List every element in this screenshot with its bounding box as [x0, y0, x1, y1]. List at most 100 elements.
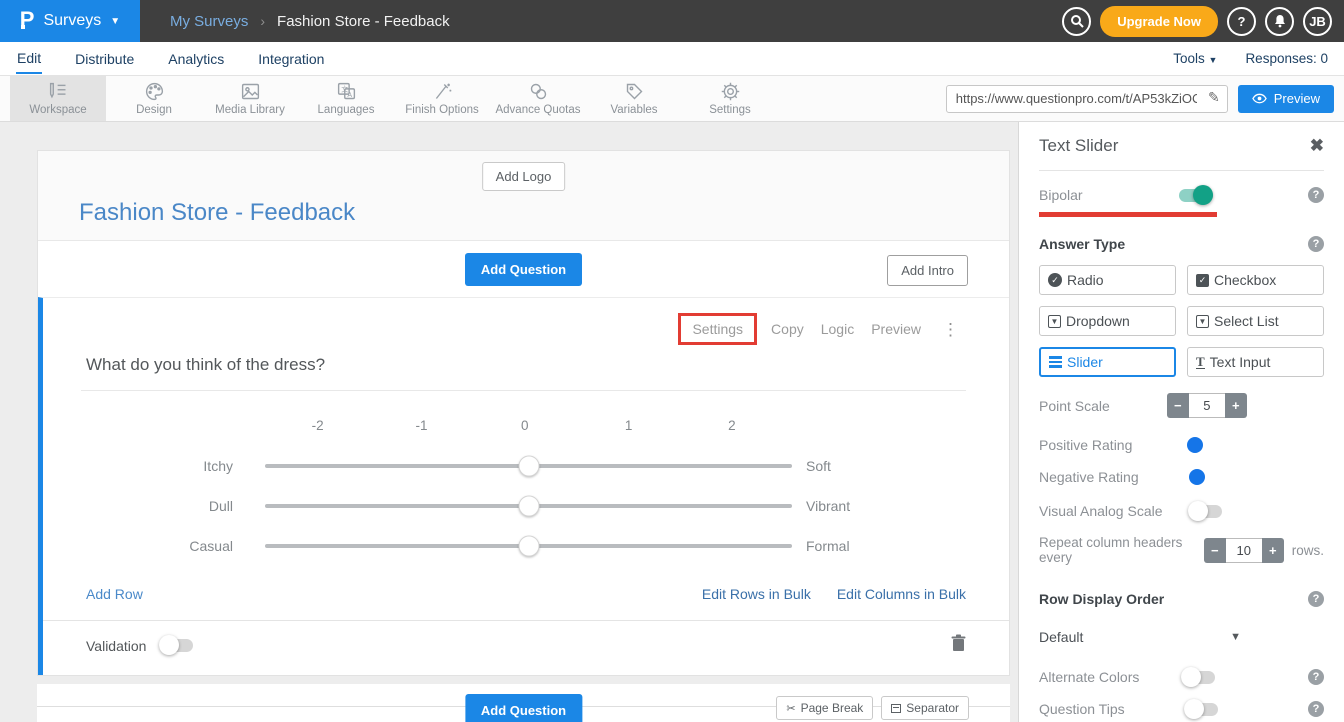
alternate-colors-toggle[interactable]	[1181, 671, 1215, 684]
survey-card: Add Logo Fashion Store - Feedback Add Qu…	[37, 150, 1010, 676]
validation-row: Validation	[43, 621, 1009, 675]
bipolar-toggle[interactable]	[1179, 189, 1213, 202]
add-intro-button[interactable]: Add Intro	[887, 255, 968, 286]
tools-menu[interactable]: Tools ▼	[1173, 51, 1217, 66]
answer-type-select-list[interactable]: ▼ Select List	[1187, 306, 1324, 336]
toolbar-item-variables[interactable]: Variables	[586, 76, 682, 121]
add-question-button-top[interactable]: Add Question	[465, 253, 582, 286]
help-button[interactable]: ?	[1227, 7, 1256, 36]
question-tips-toggle[interactable]	[1184, 703, 1218, 716]
visual-analog-toggle[interactable]	[1188, 505, 1222, 518]
repeat-headers-value[interactable]: 10	[1226, 538, 1262, 563]
text-input-icon: T	[1196, 355, 1205, 369]
slider-left-label: Dull	[43, 498, 233, 514]
answer-type-checkbox[interactable]: ✓ Checkbox	[1187, 265, 1324, 295]
upgrade-now-button[interactable]: Upgrade Now	[1100, 6, 1218, 37]
help-icon[interactable]: ?	[1308, 669, 1324, 685]
workspace-icon	[48, 81, 69, 102]
toolbar-item-design[interactable]: Design	[106, 76, 202, 121]
toolbar-item-settings[interactable]: Settings	[682, 76, 778, 121]
question-action-logic[interactable]: Logic	[821, 321, 854, 337]
slider-row-dull-vibrant: Dull Vibrant	[43, 486, 1009, 526]
breadcrumb-my-surveys[interactable]: My Surveys	[170, 13, 248, 30]
preview-button[interactable]: Preview	[1238, 85, 1334, 113]
pencil-icon[interactable]: ✎	[1208, 89, 1220, 106]
toolbar-item-languages[interactable]: 文A Languages	[298, 76, 394, 121]
edit-rows-bulk-link[interactable]: Edit Rows in Bulk	[702, 586, 811, 602]
slider-right-label: Soft	[806, 458, 831, 474]
row-display-order-select[interactable]: Default ▼	[1039, 629, 1241, 645]
visual-analog-label: Visual Analog Scale	[1039, 503, 1163, 519]
question-text[interactable]: What do you think of the dress?	[86, 355, 966, 375]
repeat-headers-stepper: − 10 +	[1204, 538, 1284, 563]
help-icon[interactable]: ?	[1308, 591, 1324, 607]
select-list-icon: ▼	[1196, 315, 1209, 328]
tab-distribute[interactable]: Distribute	[74, 44, 135, 73]
add-logo-button[interactable]: Add Logo	[482, 162, 566, 191]
help-icon[interactable]: ?	[1308, 236, 1324, 252]
positive-rating-label: Positive Rating	[1039, 437, 1132, 453]
answer-type-slider[interactable]: Slider	[1039, 347, 1176, 377]
rows-suffix-label: rows.	[1292, 543, 1324, 558]
answer-type-dropdown[interactable]: ▼ Dropdown	[1039, 306, 1176, 336]
plus-button[interactable]: +	[1225, 393, 1247, 418]
question-action-copy[interactable]: Copy	[771, 321, 804, 337]
toolbar-item-advance-quotas[interactable]: Advance Quotas	[490, 76, 586, 121]
point-scale-label: Point Scale	[1039, 398, 1110, 414]
search-icon	[1070, 14, 1084, 28]
survey-editor-canvas: Add Logo Fashion Store - Feedback Add Qu…	[0, 122, 1018, 722]
slider-thumb[interactable]	[518, 536, 539, 557]
question-action-settings[interactable]: Settings	[678, 313, 757, 345]
page-break-button[interactable]: ✂ Page Break	[776, 696, 873, 720]
add-row-link[interactable]: Add Row	[86, 586, 143, 602]
slider-thumb[interactable]	[518, 496, 539, 517]
answer-type-grid: ✓ Radio ✓ Checkbox ▼ Dropdown ▼ Select L…	[1039, 265, 1324, 377]
avatar[interactable]: JB	[1303, 7, 1332, 36]
minus-button[interactable]: −	[1204, 538, 1226, 563]
add-question-button-bottom[interactable]: Add Question	[465, 694, 582, 722]
survey-header: Add Logo Fashion Store - Feedback	[38, 151, 1009, 241]
slider-track[interactable]	[265, 464, 792, 468]
slider-track[interactable]	[265, 544, 792, 548]
answer-type-text-input[interactable]: T Text Input	[1187, 347, 1324, 377]
question-action-preview[interactable]: Preview	[871, 321, 921, 337]
minus-button[interactable]: −	[1167, 393, 1189, 418]
question-tips-label: Question Tips	[1039, 701, 1125, 717]
close-icon[interactable]: ✖	[1310, 136, 1324, 156]
responses-count[interactable]: Responses: 0	[1245, 51, 1328, 66]
scissors-icon: ✂	[786, 702, 795, 715]
notifications-button[interactable]	[1265, 7, 1294, 36]
chevron-down-icon: ▼	[1209, 55, 1218, 65]
edit-columns-bulk-link[interactable]: Edit Columns in Bulk	[837, 586, 966, 602]
plus-button[interactable]: +	[1262, 538, 1284, 563]
product-menu[interactable]: P Surveys ▼	[0, 0, 140, 42]
survey-url-input[interactable]	[946, 85, 1228, 113]
separator-button[interactable]: Separator	[881, 696, 969, 720]
radio-check-icon: ✓	[1048, 273, 1062, 287]
tab-analytics[interactable]: Analytics	[167, 44, 225, 73]
survey-title[interactable]: Fashion Store - Feedback	[79, 199, 355, 227]
slider-row-itchy-soft: Itchy Soft	[43, 446, 1009, 486]
slider-thumb[interactable]	[518, 456, 539, 477]
slider-track[interactable]	[265, 504, 792, 508]
help-icon[interactable]: ?	[1308, 701, 1324, 717]
trash-icon[interactable]	[951, 634, 966, 657]
kebab-menu-icon[interactable]: ⋮	[938, 321, 963, 338]
negative-rating-color-swatch[interactable]	[1189, 469, 1205, 485]
chain-icon	[528, 81, 549, 102]
negative-rating-label: Negative Rating	[1039, 469, 1139, 485]
positive-rating-color-swatch[interactable]	[1187, 437, 1203, 453]
answer-type-radio[interactable]: ✓ Radio	[1039, 265, 1176, 295]
help-icon[interactable]: ?	[1308, 187, 1324, 203]
tab-integration[interactable]: Integration	[257, 44, 325, 73]
toolbar-item-media-library[interactable]: Media Library	[202, 76, 298, 121]
point-scale-value[interactable]: 5	[1189, 393, 1225, 418]
bell-icon	[1273, 14, 1287, 28]
tab-edit[interactable]: Edit	[16, 43, 42, 74]
toolbar-item-finish-options[interactable]: Finish Options	[394, 76, 490, 121]
scale-tick: 1	[625, 418, 633, 433]
validation-toggle[interactable]	[159, 639, 193, 652]
search-button[interactable]	[1062, 7, 1091, 36]
toolbar-item-workspace[interactable]: Workspace	[10, 76, 106, 121]
question-bulk-links: Add Row Edit Rows in Bulk Edit Columns i…	[86, 586, 966, 602]
